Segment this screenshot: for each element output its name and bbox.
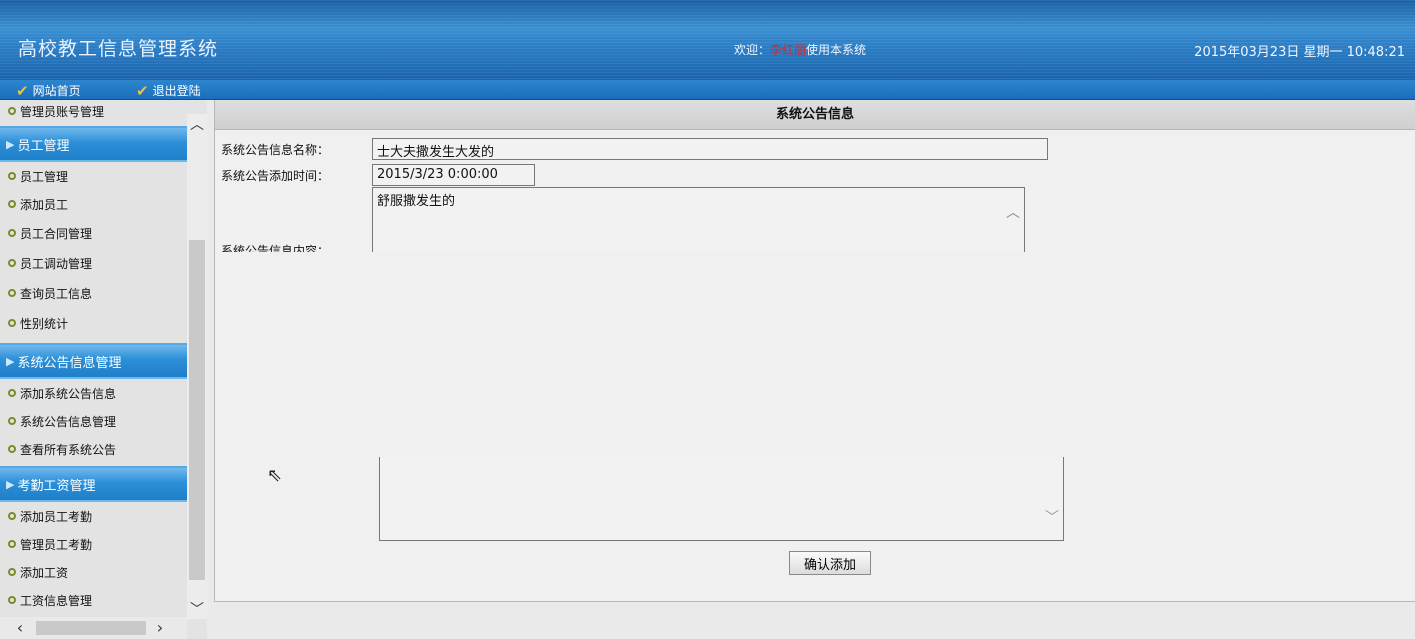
- nav-home-label: 网站首页: [32, 84, 81, 98]
- app-header: 高校教工信息管理系统 欢迎：李红丽使用本系统 2015年03月23日 星期一 1…: [0, 0, 1415, 80]
- notice-content-label: 系统公告信息内容：: [221, 244, 330, 252]
- sidebar-item-label: 管理员账号管理: [20, 104, 105, 119]
- circle-bullet-icon: [8, 389, 16, 397]
- sidebar-group-notice[interactable]: ▶ 系统公告信息管理: [0, 343, 187, 379]
- circle-bullet-icon: [8, 289, 16, 297]
- circle-bullet-icon: [8, 596, 16, 604]
- main-panel: 系统公告信息 系统公告信息名称： 士大夫撒发生大发的 系统公告添加时间： 201…: [214, 100, 1415, 602]
- sidebar-item-add-employee[interactable]: 添加员工: [0, 190, 187, 218]
- sidebar-item-label: 查看所有系统公告: [20, 442, 117, 457]
- sidebar-item-label: 管理员工考勤: [20, 537, 93, 552]
- panel-title: 系统公告信息: [215, 100, 1415, 130]
- sidebar: 管理员账号管理 ▶ 员工管理 员工管理 添加员工 员工合同管理 员工调动管理 查…: [0, 100, 207, 639]
- welcome-suffix: 使用本系统: [806, 43, 867, 57]
- circle-bullet-icon: [8, 200, 16, 208]
- system-title: 高校教工信息管理系统: [18, 38, 219, 60]
- circle-bullet-icon: [8, 445, 16, 453]
- sidebar-item-view-notices[interactable]: 查看所有系统公告: [0, 435, 187, 463]
- triangle-right-icon: ▶: [6, 354, 15, 368]
- chevron-down-icon[interactable]: ﹀: [1045, 507, 1059, 527]
- sidebar-item-label: 添加员工考勤: [20, 509, 93, 524]
- circle-bullet-icon: [8, 512, 16, 520]
- confirm-add-button[interactable]: 确认添加: [789, 551, 871, 575]
- mouse-cursor-icon: ⇖: [267, 465, 283, 486]
- sidebar-item-gender-stats[interactable]: 性别统计: [0, 308, 187, 338]
- sidebar-item-label: 性别统计: [20, 316, 69, 331]
- checkmark-icon: ✔: [136, 81, 149, 100]
- sidebar-item-label: 员工调动管理: [20, 256, 93, 271]
- current-datetime: 2015年03月23日 星期一 10:48:21: [1194, 45, 1405, 60]
- sidebar-group-employee[interactable]: ▶ 员工管理: [0, 126, 187, 162]
- notice-content-text: 舒服撒发生的: [377, 194, 456, 209]
- username: 李红丽: [770, 43, 807, 57]
- sidebar-item-label: 添加系统公告信息: [20, 386, 117, 401]
- sidebar-item-manage-notice[interactable]: 系统公告信息管理: [0, 407, 187, 435]
- sidebar-vertical-scrollbar[interactable]: ︿ ﹀: [187, 114, 207, 619]
- circle-bullet-icon: [8, 319, 16, 327]
- sidebar-group-label: 系统公告信息管理: [17, 355, 122, 371]
- nav-home-link[interactable]: ✔ 网站首页: [16, 82, 81, 99]
- sidebar-horizontal-scrollbar[interactable]: ‹ ›: [0, 617, 187, 639]
- circle-bullet-icon: [8, 568, 16, 576]
- circle-bullet-icon: [8, 417, 16, 425]
- sidebar-group-label: 考勤工资管理: [17, 478, 96, 494]
- sidebar-item-admin-account[interactable]: 管理员账号管理: [0, 100, 187, 122]
- chevron-left-icon[interactable]: ‹: [10, 618, 30, 638]
- sidebar-item-transfers[interactable]: 员工调动管理: [0, 248, 187, 278]
- chevron-right-icon[interactable]: ›: [150, 618, 170, 638]
- scrollbar-thumb[interactable]: [189, 240, 205, 580]
- sidebar-item-label: 查询员工信息: [20, 286, 93, 301]
- chevron-down-icon[interactable]: ﹀: [187, 601, 207, 619]
- triangle-right-icon: ▶: [6, 137, 15, 151]
- chevron-up-icon[interactable]: ︿: [187, 116, 207, 134]
- notice-time-label: 系统公告添加时间：: [221, 169, 330, 183]
- sidebar-item-manage-attendance[interactable]: 管理员工考勤: [0, 530, 187, 558]
- sidebar-item-add-salary[interactable]: 添加工资: [0, 558, 187, 586]
- notice-content-textarea-lower[interactable]: ﹀: [379, 457, 1064, 541]
- sidebar-item-add-attendance[interactable]: 添加员工考勤: [0, 502, 187, 530]
- chevron-up-icon[interactable]: ︿: [1006, 202, 1020, 222]
- top-nav: ✔ 网站首页 ✔ 退出登陆: [0, 80, 1415, 100]
- sidebar-item-label: 员工合同管理: [20, 226, 93, 241]
- sidebar-item-label: 系统公告信息管理: [20, 414, 117, 429]
- notice-time-input[interactable]: 2015/3/23 0:00:00: [372, 164, 535, 186]
- circle-bullet-icon: [8, 540, 16, 548]
- sidebar-item-label: 添加员工: [20, 197, 69, 212]
- render-gap: [215, 252, 1415, 457]
- scrollbar-thumb[interactable]: [36, 621, 146, 635]
- sidebar-group-attendance[interactable]: ▶ 考勤工资管理: [0, 466, 187, 502]
- sidebar-item-employee-manage[interactable]: 员工管理: [0, 162, 187, 190]
- sidebar-group-label: 员工管理: [17, 138, 70, 154]
- sidebar-item-label: 员工管理: [20, 169, 69, 184]
- sidebar-item-add-notice[interactable]: 添加系统公告信息: [0, 379, 187, 407]
- sidebar-item-query-employee[interactable]: 查询员工信息: [0, 278, 187, 308]
- notice-content-textarea[interactable]: 舒服撒发生的 ︿: [372, 187, 1025, 252]
- nav-logout-label: 退出登陆: [152, 84, 201, 98]
- sidebar-item-label: 添加工资: [20, 565, 69, 580]
- circle-bullet-icon: [8, 107, 16, 115]
- triangle-right-icon: ▶: [6, 477, 15, 491]
- circle-bullet-icon: [8, 229, 16, 237]
- welcome-message: 欢迎：李红丽使用本系统: [734, 41, 866, 58]
- notice-name-input[interactable]: 士大夫撒发生大发的: [372, 138, 1048, 160]
- notice-name-label: 系统公告信息名称：: [221, 143, 330, 157]
- circle-bullet-icon: [8, 259, 16, 267]
- sidebar-item-label: 工资信息管理: [20, 593, 93, 608]
- sidebar-item-salary-manage[interactable]: 工资信息管理: [0, 586, 187, 614]
- circle-bullet-icon: [8, 172, 16, 180]
- nav-logout-link[interactable]: ✔ 退出登陆: [136, 82, 201, 99]
- sidebar-menu: 管理员账号管理 ▶ 员工管理 员工管理 添加员工 员工合同管理 员工调动管理 查…: [0, 100, 187, 614]
- sidebar-item-contracts[interactable]: 员工合同管理: [0, 218, 187, 248]
- welcome-prefix: 欢迎：: [734, 43, 771, 57]
- checkmark-icon: ✔: [16, 81, 29, 100]
